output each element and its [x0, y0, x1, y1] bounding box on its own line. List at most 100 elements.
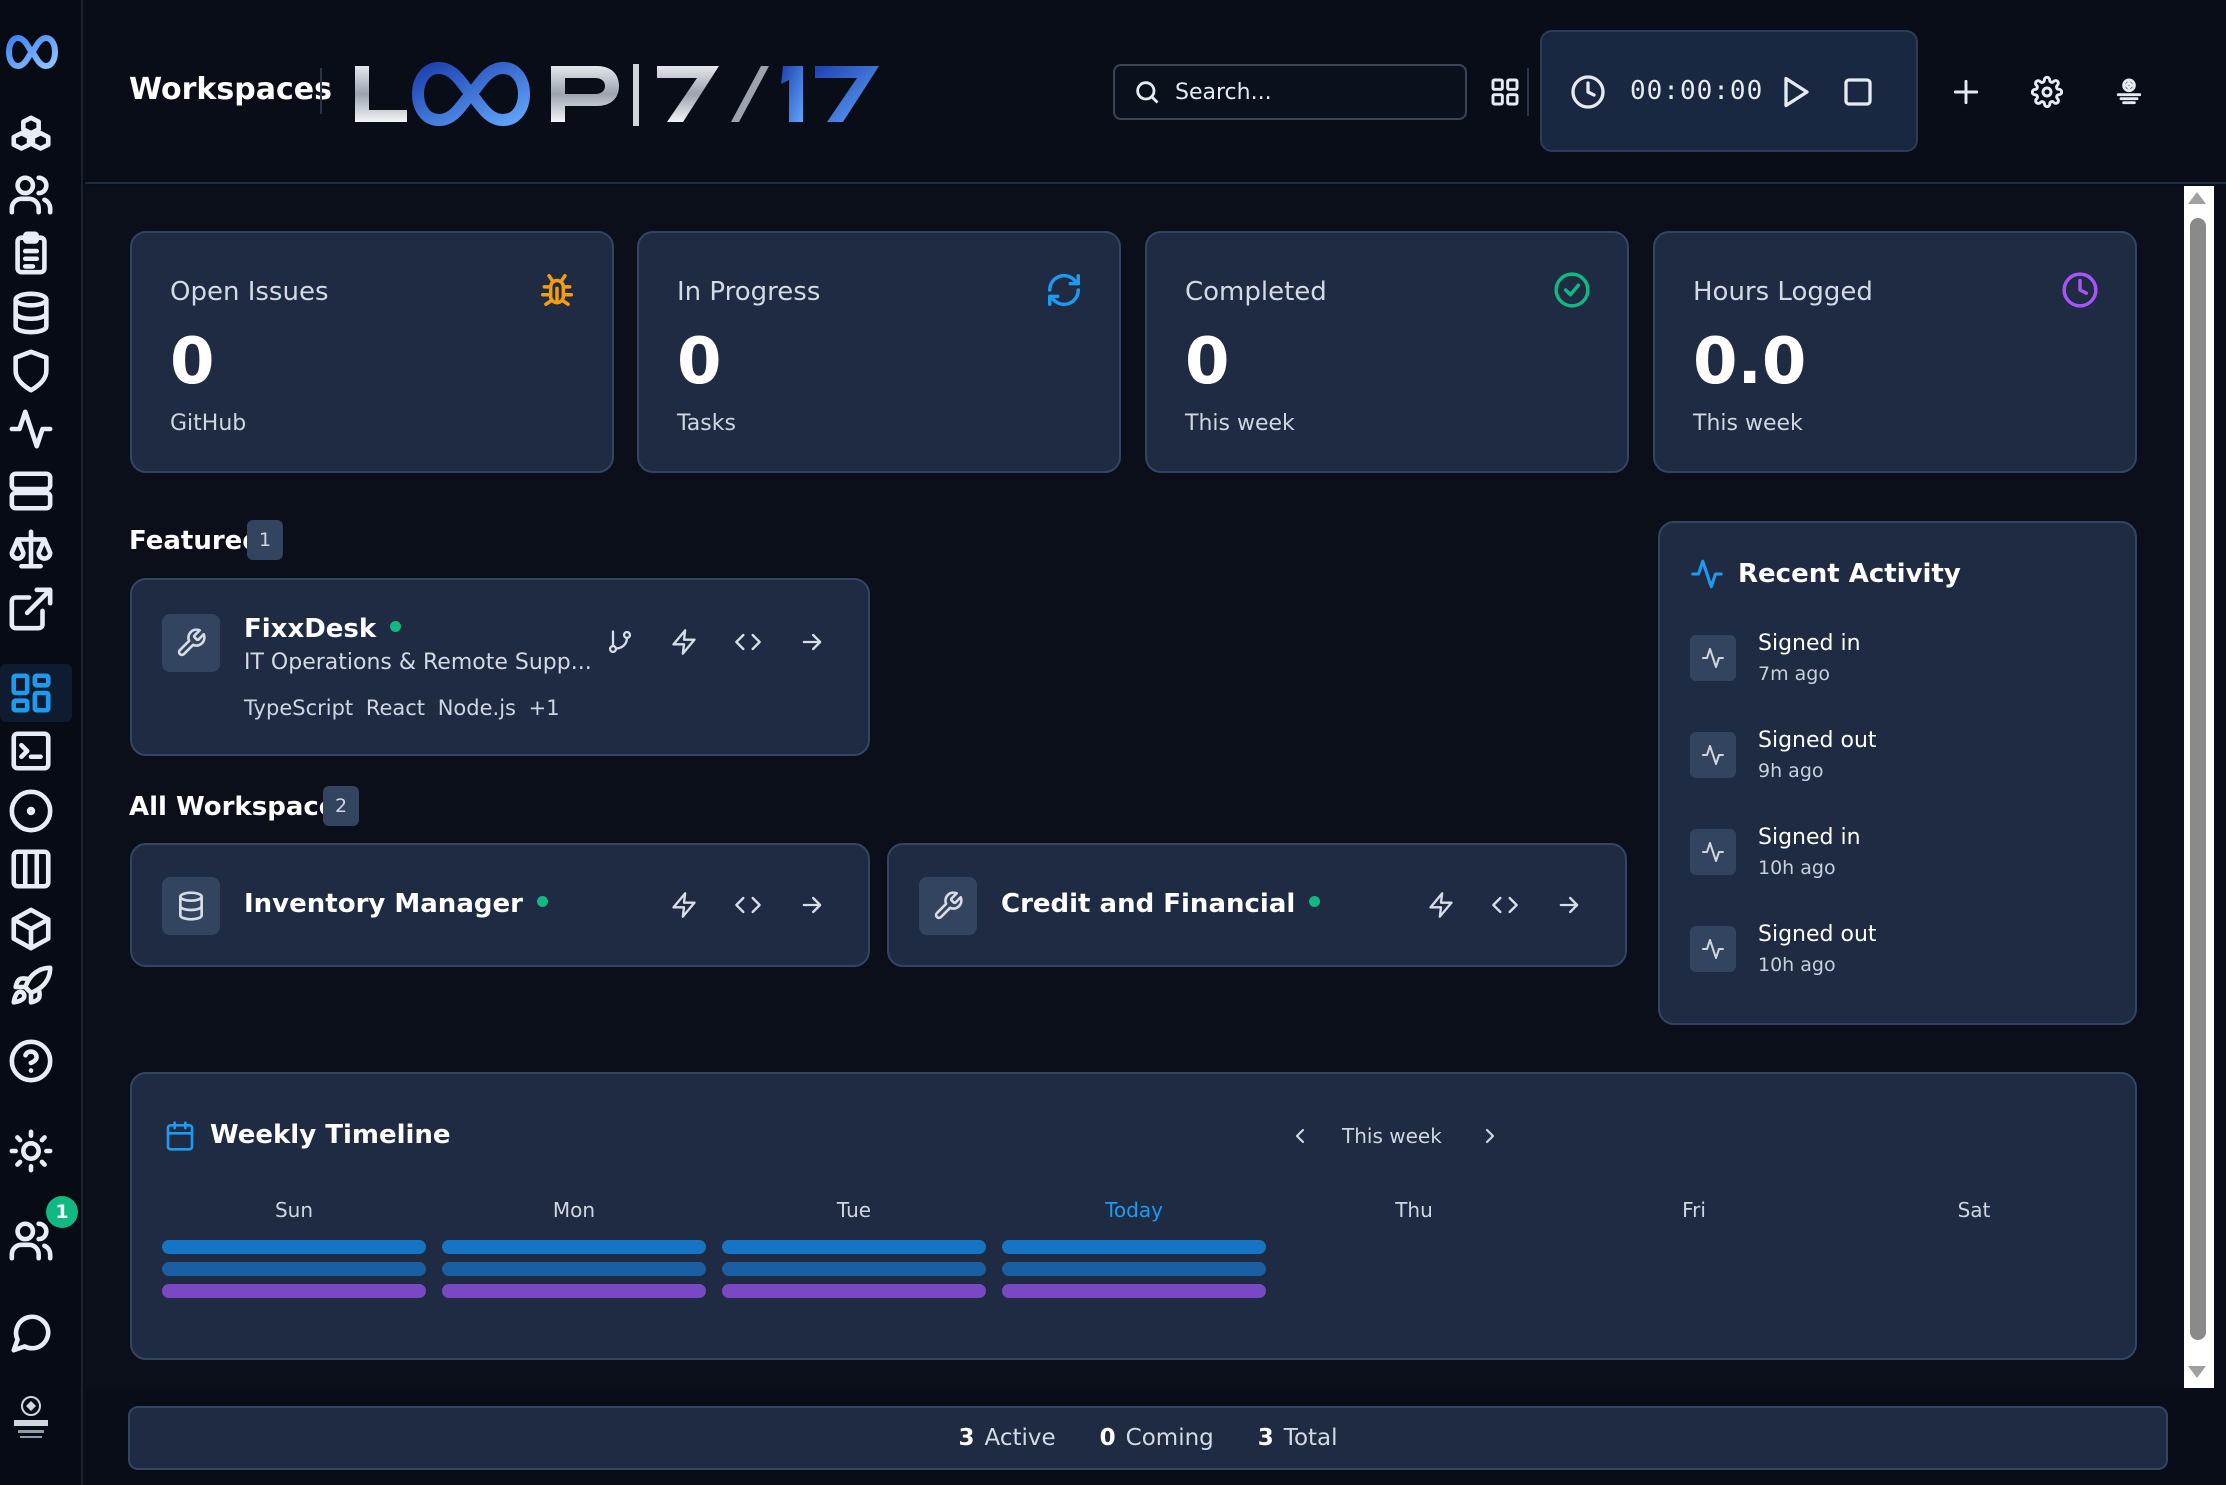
- stat-sub: This week: [1693, 411, 1803, 436]
- app-root: 1 Workspaces Search... 00:00:00 Open Iss…: [0, 0, 2226, 1485]
- git-branch-button[interactable]: [600, 622, 640, 662]
- timer-stop-button[interactable]: [1840, 74, 1876, 110]
- company-emblem-icon: [14, 1396, 48, 1438]
- footer-active: 3 Active: [958, 1425, 1055, 1451]
- user-avatar[interactable]: [2107, 70, 2151, 114]
- help-circle-icon: [9, 1039, 53, 1083]
- sidebar-item-servers[interactable]: [6, 466, 56, 516]
- workspace-name-text: Credit and Financial: [1001, 889, 1296, 919]
- shield-icon: [13, 349, 49, 393]
- stat-value: 0.0: [1693, 325, 1807, 399]
- stat-label: In Progress: [677, 277, 821, 307]
- open-code-button[interactable]: [728, 622, 768, 662]
- featured-title: Featured: [129, 526, 261, 556]
- workspace-name-text: Inventory Manager: [244, 889, 523, 919]
- sidebar-item-chat[interactable]: [6, 1308, 56, 1358]
- sidebar-item-modules[interactable]: [6, 112, 56, 162]
- settings-button[interactable]: [2025, 70, 2069, 114]
- sidebar-item-database[interactable]: [6, 288, 56, 338]
- header-separator: [1527, 68, 1529, 116]
- sidebar-item-activity[interactable]: [6, 404, 56, 454]
- stat-label: Hours Logged: [1693, 277, 1873, 307]
- timeline-bar: [1002, 1240, 1266, 1254]
- search-input[interactable]: Search...: [1113, 64, 1467, 120]
- stat-card-in-progress[interactable]: In Progress 0 Tasks: [637, 231, 1121, 473]
- activity-icon: [1690, 557, 1724, 591]
- check-circle-icon: [1553, 271, 1591, 309]
- activity-text: Signed out: [1758, 922, 1877, 947]
- activity-item: Signed in 10h ago: [1690, 825, 2110, 895]
- scroll-down-arrow-icon[interactable]: [2188, 1366, 2206, 1378]
- scroll-up-arrow-icon[interactable]: [2188, 192, 2206, 204]
- sidebar-item-security[interactable]: [6, 346, 56, 396]
- main-scrollbar[interactable]: [2184, 186, 2214, 1388]
- sidebar-item-record[interactable]: [6, 786, 56, 836]
- main-content: Open Issues 0 GitHub In Progress 0 Tasks…: [85, 186, 2184, 1388]
- open-code-button[interactable]: [728, 885, 768, 925]
- workspace-tags: TypeScript React Node.js +1: [244, 696, 560, 720]
- all-workspaces-count-badge: 2: [323, 786, 359, 826]
- grid-icon: [1491, 78, 1519, 106]
- clipboard-list-icon: [15, 231, 47, 275]
- stat-card-open-issues[interactable]: Open Issues 0 GitHub: [130, 231, 614, 473]
- coming-count: 0: [1099, 1425, 1116, 1451]
- grid-view-button[interactable]: [1483, 70, 1527, 114]
- stat-value: 0: [1185, 325, 1230, 399]
- activity-icon: [1690, 732, 1736, 778]
- code-icon: [735, 896, 761, 914]
- quick-action-button[interactable]: [664, 885, 704, 925]
- timeline-bar: [442, 1240, 706, 1254]
- add-button[interactable]: [1944, 70, 1988, 114]
- workspace-name-text: FixxDesk: [244, 614, 377, 644]
- workspace-card-credit-and-financial[interactable]: Credit and Financial: [887, 843, 1627, 967]
- workspace-card-inventory-manager[interactable]: Inventory Manager: [130, 843, 870, 967]
- quick-action-button[interactable]: [664, 622, 704, 662]
- timer-play-button[interactable]: [1777, 74, 1813, 110]
- open-workspace-button[interactable]: [792, 885, 832, 925]
- scroll-thumb[interactable]: [2190, 218, 2206, 1340]
- timeline-bar: [1002, 1262, 1266, 1276]
- next-week-button[interactable]: [1474, 1120, 1506, 1152]
- all-workspaces-title: All Workspaces: [129, 792, 352, 822]
- open-code-button[interactable]: [1485, 885, 1525, 925]
- sidebar-item-external[interactable]: [6, 584, 56, 634]
- sidebar-item-online-users[interactable]: [6, 1216, 56, 1266]
- timeline-bar: [442, 1284, 706, 1298]
- database-icon: [179, 891, 203, 921]
- quick-action-button[interactable]: [1421, 885, 1461, 925]
- previous-week-button[interactable]: [1284, 1120, 1316, 1152]
- zap-icon: [672, 892, 696, 918]
- timeline-bar: [1002, 1284, 1266, 1298]
- sidebar-item-tasks[interactable]: [6, 228, 56, 278]
- status-dot: [536, 896, 548, 907]
- sidebar-item-deploy[interactable]: [6, 962, 56, 1012]
- sidebar-item-terminal[interactable]: [6, 726, 56, 776]
- workspace-card-fixxdesk[interactable]: FixxDesk IT Operations & Remote Supp... …: [130, 578, 870, 756]
- code-icon: [1492, 896, 1518, 914]
- stat-card-hours-logged[interactable]: Hours Logged 0.0 This week: [1653, 231, 2137, 473]
- sidebar-item-theme[interactable]: [6, 1126, 56, 1176]
- day-label-fri: Fri: [1682, 1198, 1706, 1222]
- sidebar-item-board[interactable]: [6, 844, 56, 894]
- sidebar-item-team[interactable]: [6, 170, 56, 220]
- total-label: Total: [1283, 1425, 1338, 1451]
- bug-icon: [538, 271, 576, 309]
- activity-item: Signed out 9h ago: [1690, 728, 2110, 798]
- sidebar-item-packages[interactable]: [6, 904, 56, 954]
- status-dot: [390, 621, 402, 632]
- clock-icon: [2061, 271, 2099, 309]
- recent-activity-title: Recent Activity: [1738, 559, 1961, 589]
- activity-text: Signed in: [1758, 631, 1861, 656]
- open-workspace-button[interactable]: [1549, 885, 1589, 925]
- sidebar: 1: [0, 0, 83, 1485]
- chevron-right-icon: [1485, 1128, 1495, 1144]
- sidebar-item-help[interactable]: [6, 1036, 56, 1086]
- open-workspace-button[interactable]: [792, 622, 832, 662]
- page-title: Workspaces: [129, 72, 332, 107]
- sidebar-item-workspaces[interactable]: [6, 668, 56, 718]
- stat-card-completed[interactable]: Completed 0 This week: [1145, 231, 1629, 473]
- app-logo-icon[interactable]: [4, 22, 60, 82]
- timeline-bar: [722, 1284, 986, 1298]
- sidebar-item-legal[interactable]: [6, 524, 56, 574]
- play-icon: [1784, 76, 1809, 108]
